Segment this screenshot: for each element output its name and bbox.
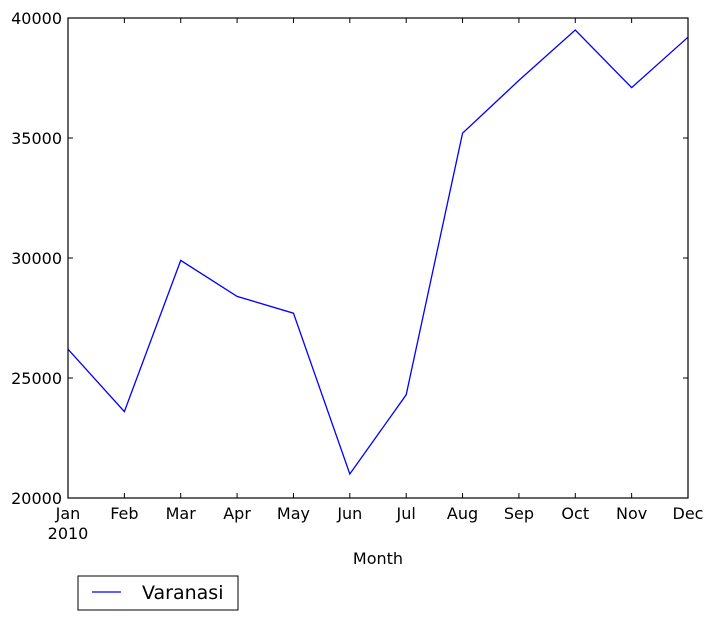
y-tick-label: 40000	[11, 9, 62, 28]
x-tick-label: Nov	[616, 504, 647, 523]
y-tick-label: 25000	[11, 369, 62, 388]
x-tick-label: Jul	[396, 504, 416, 523]
x-tick-label: May	[277, 504, 310, 523]
x-tick-label: Sep	[504, 504, 534, 523]
legend: Varanasi	[77, 575, 239, 611]
x-axis-label: Month	[353, 549, 403, 568]
y-tick-label: 35000	[11, 129, 62, 148]
x-tick-label: Apr	[223, 504, 251, 523]
axis-ticks	[67, 17, 689, 499]
x-tick-label: Feb	[110, 504, 138, 523]
x-tick-labels: Jan Feb Mar Apr May Jun Jul Aug Sep Oct Nov Dec	[55, 504, 704, 523]
x-sublabel: 2010	[48, 524, 89, 543]
legend-label-varanasi: Varanasi	[142, 582, 223, 604]
x-tick-label: Mar	[166, 504, 197, 523]
line-chart: 20000 25000 30000 35000 40000 Jan Feb Mar Apr Ma…	[11, 9, 704, 611]
y-tick-label: 30000	[11, 249, 62, 268]
x-tick-label: Jan	[55, 504, 81, 523]
y-tick-labels: 20000 25000 30000 35000 40000	[11, 9, 62, 508]
series-layer	[67, 29, 689, 476]
plot-area-frame	[67, 17, 689, 499]
x-tick-label: Dec	[673, 504, 704, 523]
x-tick-label: Aug	[447, 504, 478, 523]
x-tick-label: Jun	[336, 504, 362, 523]
series-line-varanasi	[67, 29, 689, 476]
x-tick-label: Oct	[561, 504, 589, 523]
y-tick-label: 20000	[11, 489, 62, 508]
